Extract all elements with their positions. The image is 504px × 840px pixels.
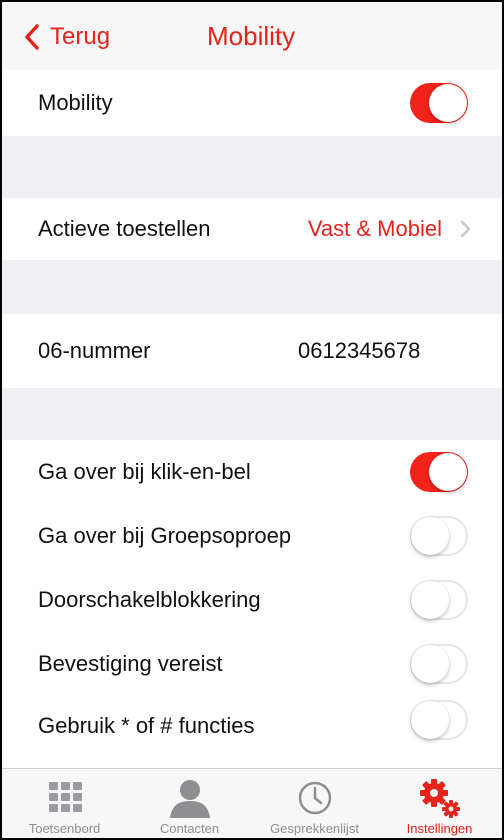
tab-label: Instellingen [406, 821, 473, 836]
mobile-number-label: 06-nummer [38, 338, 151, 363]
section-gap [2, 136, 502, 198]
tab-label: Gesprekkenlijst [270, 821, 359, 836]
mobility-row: Mobility [2, 70, 502, 136]
confirmation-required-toggle[interactable] [410, 644, 468, 684]
tab-keypad[interactable]: Toetsenbord [2, 769, 127, 838]
tab-contacts[interactable]: Contacten [127, 769, 252, 838]
gears-icon [419, 779, 460, 818]
navigation-bar: Terug Mobility [2, 2, 502, 70]
toggle-knob [429, 453, 467, 491]
toggle-knob [411, 701, 449, 739]
click-and-call-toggle[interactable] [410, 452, 468, 492]
tab-bar: Toetsenbord Contacten Gesprekkenlijst In… [2, 768, 502, 838]
mobile-number-row: 06-nummer 0612345678 [2, 314, 502, 388]
keypad-icon [48, 782, 82, 812]
star-hash-functions-toggle[interactable] [410, 700, 468, 740]
phone-screen: Terug Mobility Mobility Actieve toestell… [0, 0, 504, 840]
person-icon [169, 780, 210, 818]
option-row: Gebruik * of # functies [2, 696, 502, 768]
option-row: Ga over bij klik-en-bel [2, 440, 502, 504]
tab-settings[interactable]: Instellingen [377, 769, 502, 838]
toggle-knob [411, 581, 449, 619]
page-title: Mobility [207, 21, 296, 51]
tab-label: Contacten [159, 821, 220, 836]
clock-icon [298, 781, 331, 815]
forwarding-block-toggle[interactable] [410, 580, 468, 620]
chevron-right-icon [460, 220, 471, 238]
active-devices-row[interactable]: Actieve toestellen Vast & Mobiel [2, 198, 502, 260]
tab-call-log[interactable]: Gesprekkenlijst [252, 769, 377, 838]
toggle-knob [411, 517, 449, 555]
group-call-toggle[interactable] [410, 516, 468, 556]
section-gap [2, 388, 502, 440]
toggle-knob [429, 84, 467, 122]
option-row: Ga over bij Groepsoproep [2, 504, 502, 568]
option-row: Doorschakelblokkering [2, 568, 502, 632]
mobile-number-value: 0612345678 [298, 338, 421, 363]
active-devices-value: Vast & Mobiel [307, 216, 442, 241]
section-gap [2, 260, 502, 314]
option-row: Bevestiging vereist [2, 632, 502, 696]
mobility-toggle[interactable] [410, 83, 468, 123]
toggle-knob [411, 645, 449, 683]
tab-label: Toetsenbord [28, 821, 101, 836]
